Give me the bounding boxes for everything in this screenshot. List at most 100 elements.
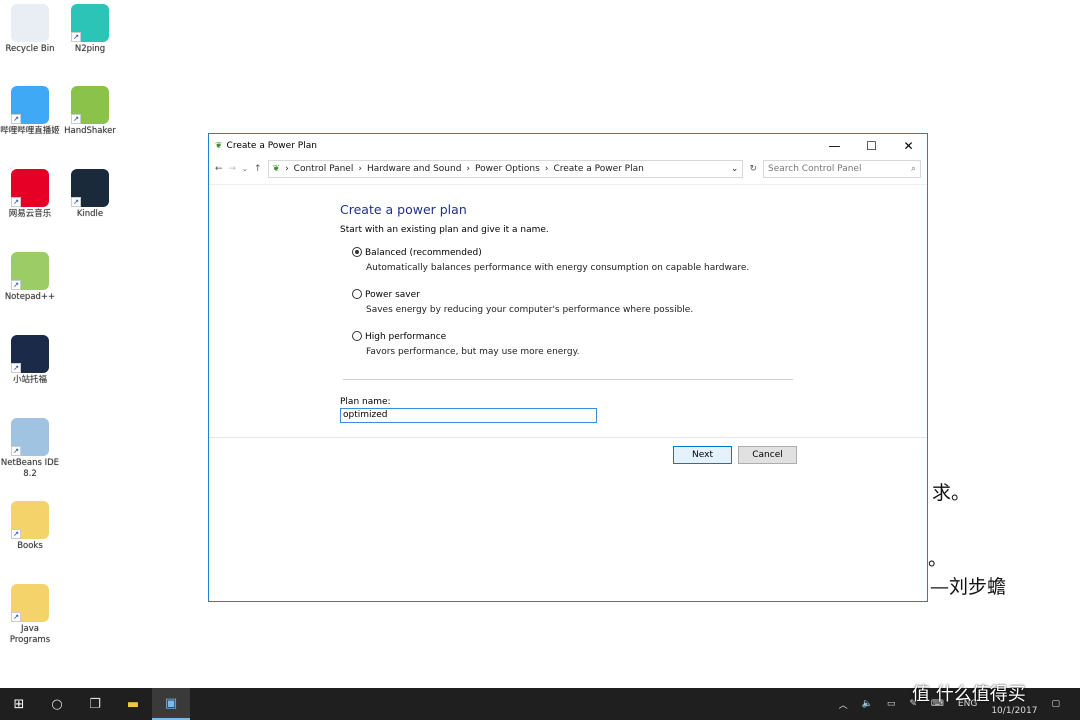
app-icon: ↗	[11, 169, 49, 207]
search-input[interactable]: Search Control Panel ⌕	[763, 160, 921, 178]
plan-option-label: Balanced (recommended)	[365, 248, 482, 258]
breadcrumb-item[interactable]: Power Options	[475, 164, 540, 174]
desktop-icon[interactable]: Recycle Bin	[0, 4, 60, 55]
plan-option[interactable]: Balanced (recommended) Automatically bala…	[352, 247, 749, 273]
background-text: 。	[928, 548, 948, 570]
radio-button[interactable]	[352, 331, 362, 341]
desktop-icon-label: Books	[17, 541, 43, 551]
watermark: 值 什么值得买	[912, 684, 1026, 705]
desktop-icon-label: Java Programs	[9, 624, 51, 645]
address-bar[interactable]: ❦ › Control Panel › Hardware and Sound › Powe…	[267, 160, 744, 178]
battery-icon[interactable]: ▭	[887, 699, 896, 709]
file-explorer-button[interactable]: ▬	[114, 688, 152, 720]
intro-text: Start with an existing plan and give it …	[340, 225, 549, 235]
shortcut-arrow-icon: ↗	[11, 363, 21, 373]
power-options-icon: ❦	[215, 141, 223, 151]
breadcrumb-item[interactable]: Hardware and Sound	[367, 164, 461, 174]
refresh-icon[interactable]: ↻	[749, 164, 757, 174]
shortcut-arrow-icon: ↗	[71, 32, 81, 42]
up-icon[interactable]: ↑	[254, 164, 262, 174]
radio-button[interactable]	[352, 289, 362, 299]
desktop-icon[interactable]: ↗ N2ping	[60, 4, 120, 55]
shortcut-arrow-icon: ↗	[11, 114, 21, 124]
app-icon: ↗	[11, 418, 49, 456]
shortcut-arrow-icon: ↗	[11, 446, 21, 456]
task-view-button[interactable]: ❐	[76, 688, 114, 720]
plan-option-label: Power saver	[365, 290, 420, 300]
background-text: —刘步蟾	[930, 576, 1007, 598]
desktop-icon[interactable]: ↗ Books	[0, 501, 60, 552]
plan-option[interactable]: High performance Favors performance, but …	[352, 331, 580, 357]
title-bar: ❦ Create a Power Plan — ☐ ✕	[209, 134, 927, 158]
desktop-icon[interactable]: ↗ Java Programs	[0, 584, 60, 646]
background-text: 求。	[932, 482, 971, 504]
back-icon[interactable]: ←	[215, 164, 223, 174]
page-title: Create a power plan	[340, 202, 467, 217]
shortcut-arrow-icon: ↗	[71, 114, 81, 124]
breadcrumb-item[interactable]: Control Panel	[294, 164, 354, 174]
shortcut-arrow-icon: ↗	[11, 612, 21, 622]
desktop-icon-label: N2ping	[74, 44, 106, 54]
app-icon: ↗	[71, 86, 109, 124]
power-plan-window: ❦ Create a Power Plan — ☐ ✕ ← → ⌄ ↑ ❦ › C…	[208, 133, 928, 602]
desktop-icon-label: Notepad++	[4, 292, 56, 302]
search-icon: ⌕	[910, 164, 916, 174]
plan-name-label: Plan name:	[340, 397, 391, 407]
shortcut-arrow-icon: ↗	[11, 529, 21, 539]
breadcrumb-separator: ›	[285, 164, 289, 174]
minimize-button[interactable]: —	[816, 134, 853, 158]
maximize-button[interactable]: ☐	[853, 134, 890, 158]
shortcut-arrow-icon: ↗	[11, 280, 21, 290]
desktop-icon-label: Recycle Bin	[5, 44, 55, 54]
content-area: Create a power plan Start with an existi…	[209, 184, 927, 601]
breadcrumb-separator: ›	[358, 164, 362, 174]
cancel-button[interactable]: Cancel	[738, 446, 797, 464]
desktop-icon-label: HandShaker	[64, 126, 116, 136]
close-button[interactable]: ✕	[890, 134, 927, 158]
desktop-icon[interactable]: ↗ Notepad++	[0, 252, 60, 303]
desktop-icon[interactable]: ↗ 小站托福	[0, 335, 60, 386]
start-button[interactable]: ⊞	[0, 688, 38, 720]
app-icon: ↗	[71, 4, 109, 42]
breadcrumb-separator: ›	[466, 164, 471, 174]
notification-icon[interactable]: ▢	[1051, 699, 1060, 709]
desktop-icon-label: 网易云音乐	[8, 209, 52, 219]
desktop-icon[interactable]: ↗ HandShaker	[60, 86, 120, 137]
desktop-icon-label: NetBeans IDE 8.2	[0, 458, 60, 479]
plan-option-description: Favors performance, but may use more ene…	[366, 347, 580, 357]
chevron-up-icon[interactable]: ︿	[839, 698, 848, 711]
plan-option[interactable]: Power saver Saves energy by reducing your…	[352, 289, 693, 315]
radio-button[interactable]	[352, 247, 362, 257]
desktop-icon-label: 哔哩哔哩直播姬	[0, 126, 60, 136]
app-icon	[11, 4, 49, 42]
plan-option-description: Automatically balances performance with …	[366, 263, 750, 273]
desktop-icon[interactable]: ↗ Kindle	[60, 169, 120, 220]
breadcrumb-item[interactable]: Create a Power Plan	[553, 164, 643, 174]
divider	[343, 379, 793, 380]
plan-option-label: High performance	[365, 332, 447, 342]
control-panel-icon: ❦	[272, 164, 281, 174]
plan-name-input[interactable]: optimized	[340, 408, 597, 423]
cortana-button[interactable]: ○	[38, 688, 76, 720]
window-title: Create a Power Plan	[226, 141, 317, 151]
recent-chevron-icon[interactable]: ⌄	[242, 165, 248, 173]
next-button[interactable]: Next	[673, 446, 732, 464]
desktop-icon[interactable]: ↗ 哔哩哔哩直播姬	[0, 86, 60, 137]
desktop-icon-label: Kindle	[76, 209, 104, 219]
forward-icon[interactable]: →	[229, 164, 237, 174]
control-panel-taskbar-button[interactable]: ▣	[152, 688, 190, 720]
app-icon: ↗	[71, 169, 109, 207]
desktop-icon[interactable]: ↗ NetBeans IDE 8.2	[0, 418, 60, 480]
desktop-icon[interactable]: ↗ 网易云音乐	[0, 169, 60, 220]
taskbar: ⊞ ○ ❐ ▬ ▣ ︿ 🔈 ▭ ✎ ⌨ ENG 10/1/2017 ▢ 值 什么…	[0, 684, 1080, 720]
app-icon: ↗	[11, 252, 49, 290]
shortcut-arrow-icon: ↗	[71, 197, 81, 207]
shortcut-arrow-icon: ↗	[11, 197, 21, 207]
breadcrumb-separator: ›	[544, 164, 549, 174]
clock-date[interactable]: 10/1/2017	[991, 706, 1037, 716]
plan-option-description: Saves energy by reducing your computer's…	[366, 305, 694, 315]
app-icon: ↗	[11, 86, 49, 124]
nav-bar: ← → ⌄ ↑ ❦ › Control Panel › Hardware and So…	[209, 158, 927, 180]
chevron-down-icon[interactable]: ⌄	[731, 164, 739, 174]
volume-icon[interactable]: 🔈	[862, 699, 873, 709]
